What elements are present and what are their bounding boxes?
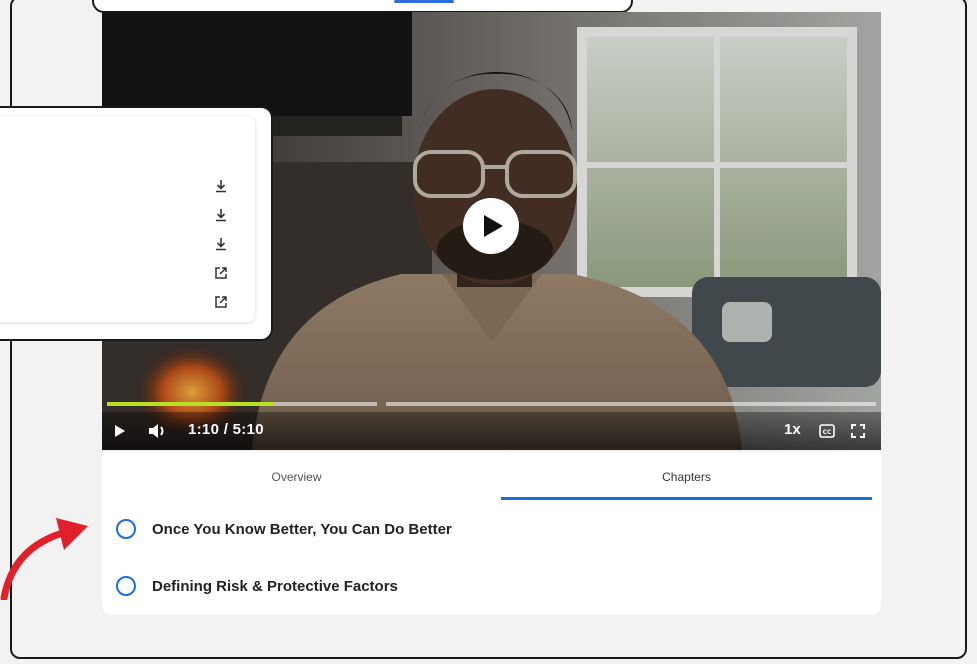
progress-segment-2[interactable]	[386, 402, 876, 406]
chapter-item[interactable]: Once You Know Better, You Can Do Better	[116, 514, 452, 544]
link-underline	[394, 0, 454, 3]
download-icon[interactable]	[214, 237, 228, 251]
captions-icon[interactable]: CC	[818, 423, 836, 439]
fullscreen-icon[interactable]	[850, 423, 866, 439]
tab-overview[interactable]: Overview	[102, 452, 491, 501]
play-icon[interactable]	[112, 423, 128, 439]
chapter-list: Once You Know Better, You Can Do Better …	[102, 501, 881, 615]
progress-bar[interactable]	[107, 402, 876, 406]
chapter-item[interactable]: Defining Risk & Protective Factors	[116, 571, 398, 601]
chapter-title: Once You Know Better, You Can Do Better	[152, 520, 452, 538]
tab-bar: Overview Chapters	[102, 452, 881, 501]
resources-popup	[0, 106, 273, 341]
volume-icon[interactable]	[148, 423, 166, 439]
red-arrow-annotation	[0, 518, 88, 600]
progress-segment-1[interactable]	[107, 402, 377, 406]
progress-fill	[107, 402, 275, 406]
download-icon[interactable]	[214, 208, 228, 222]
incomplete-circle-icon	[116, 519, 136, 539]
control-bar: 1:10 / 5:10 1x CC	[102, 412, 881, 450]
external-link-icon[interactable]	[214, 295, 228, 309]
active-tab-indicator	[501, 497, 872, 500]
playback-speed-button[interactable]: 1x	[784, 421, 801, 438]
resources-panel	[0, 116, 255, 322]
download-icon[interactable]	[214, 179, 228, 193]
time-display: 1:10 / 5:10	[188, 421, 264, 438]
incomplete-circle-icon	[116, 576, 136, 596]
center-play-button[interactable]	[463, 198, 519, 254]
svg-text:CC: CC	[823, 429, 832, 436]
external-link-icon[interactable]	[214, 266, 228, 280]
tab-chapters[interactable]: Chapters	[492, 452, 881, 501]
play-icon	[484, 215, 503, 237]
chapter-title: Defining Risk & Protective Factors	[152, 577, 398, 595]
